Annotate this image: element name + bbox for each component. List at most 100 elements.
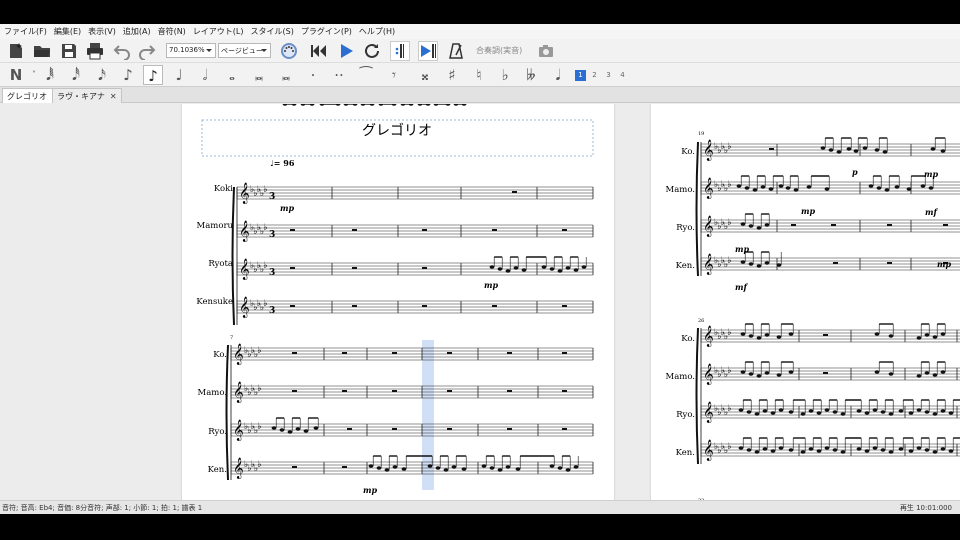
instrument-name-ko[interactable]: Ko. [681,147,695,157]
eighth-note-icon[interactable]: ♪ [118,65,138,85]
menu-plugins[interactable]: プラグイン(P) [301,26,352,37]
quad-whole-note-icon[interactable]: 𝅜 [276,65,296,85]
menu-view[interactable]: 表示(V) [88,26,116,37]
note-head [880,448,886,452]
note-head [461,467,467,471]
menu-help[interactable]: ヘルプ(H) [359,26,395,37]
whole-note-icon[interactable]: 𝅝 [222,65,242,85]
note-head [820,146,826,150]
sharp-icon[interactable]: ♯ [442,65,462,85]
instrument-name-ryo[interactable]: Ryo. [676,410,695,420]
double-flat-icon[interactable]: 𝄫 [521,65,541,85]
menu-notes[interactable]: 音符(N) [158,26,186,37]
rest-icon[interactable]: 𝄾 [384,65,404,85]
new-score-icon[interactable] [6,41,26,61]
note-head [435,466,441,470]
note-head [376,466,382,470]
close-icon[interactable]: ✕ [110,92,117,101]
open-folder-icon[interactable] [32,41,52,61]
note-head [489,265,495,269]
dynamic-mark[interactable]: mf [735,282,748,292]
dynamic-mark[interactable]: mp [484,280,498,290]
instrument-name-ryo[interactable]: Ryo. [676,223,695,233]
menu-style[interactable]: スタイル(S) [251,26,294,37]
save-icon[interactable] [59,41,79,61]
camera-icon[interactable] [536,41,556,61]
note-head [788,370,794,374]
note-head [888,334,894,338]
menu-edit[interactable]: 編集(E) [54,26,81,37]
double-sharp-icon[interactable]: 𝄪 [415,65,435,85]
instrument-name-ryo[interactable]: Ryo. [208,427,227,437]
note-input-mode-icon[interactable]: N [6,65,26,85]
instrument-name-ken[interactable]: Ken. [208,465,227,475]
zoom-select[interactable]: 70.1036% [166,43,216,58]
double-whole-note-icon[interactable]: 𝅜 [249,65,269,85]
score-canvas[interactable]: 𝄞 ♭ ♭ ♭ ♭ ♭ 3 𝄞 ♭ ♭ ♭ ♭ ♭ 3 𝄞 ♭ ♭ ♭ ♭ ♭ 3 𝄞 ♭ ♭ ♭ ♭ ♭ 3 𝄞 ♭ ♭ ♭ ♭ ♭ 𝄞 ♭ ♭ ♭ ♭ ♭… [0,104,960,500]
menu-file[interactable]: ファイル(F) [4,26,47,37]
half-note-icon[interactable]: 𝅗𝅥 [195,65,215,85]
instrument-name-mamo[interactable]: Mamo. [197,388,227,398]
instrument-name-mamo[interactable]: Mamo. [665,185,695,195]
loop-icon[interactable] [362,41,382,61]
flat-icon[interactable]: ♭ [495,65,515,85]
treble-clef-icon: 𝄞 [703,440,714,461]
tie-icon[interactable]: ⁀ [356,65,376,85]
dynamic-mark[interactable]: mp [280,203,294,213]
tempo-marking[interactable]: ♩= 96 [270,158,295,168]
whole-rest [342,390,347,392]
instrument-name-ko[interactable]: Ko. [681,334,695,344]
note-head [940,447,946,451]
concert-pitch-toggle[interactable]: 合奏調(実音) [476,45,522,56]
pan-score-icon[interactable] [418,41,438,61]
quarter-note-icon[interactable]: ♩ [169,65,189,85]
metronome-icon[interactable] [446,41,466,61]
dynamic-mark[interactable]: mf [925,207,938,217]
tab-love-kiana[interactable]: ラヴ・キアナ ✕ [52,88,122,103]
dynamic-mark[interactable]: mp [363,485,377,495]
score-title[interactable]: グレゴリオ [362,122,432,139]
repeat-toggle-icon[interactable] [390,41,410,61]
undo-icon[interactable] [112,41,132,61]
note-head [746,448,752,452]
view-mode-select[interactable]: ページビュー [218,43,271,58]
menu-layout[interactable]: レイアウト(L) [193,26,244,37]
note-head [756,264,762,268]
eighth-note-selected-icon[interactable]: ♪ [143,65,163,85]
score-page-1[interactable]: 𝄞 ♭ ♭ ♭ ♭ ♭ 3 𝄞 ♭ ♭ ♭ ♭ ♭ 3 𝄞 ♭ ♭ ♭ ♭ ♭ 3 𝄞 ♭ ♭ ♭ ♭ ♭ 3 𝄞 ♭ ♭ ♭ ♭ ♭ 𝄞 ♭ ♭ ♭ ♭ ♭… [182,104,614,500]
flip-direction-icon[interactable]: 𝅘𝅥 [548,65,568,85]
instrument-name-ko[interactable]: Ko. [213,350,227,360]
voice-2-button[interactable]: 2 [589,70,600,81]
instrument-name-ryota[interactable]: Ryota [208,259,233,269]
dynamic-mark[interactable]: mp [801,206,815,216]
dot-icon[interactable]: · [303,65,323,85]
instrument-name-mamo[interactable]: Mamo. [665,372,695,382]
redo-icon[interactable] [137,41,157,61]
score-page-2[interactable]: 𝄞 ♭ ♭ ♭ ♭ ♭ 𝄞 ♭ ♭ ♭ ♭ ♭ 𝄞 ♭ ♭ ♭ ♭ ♭ 𝄞 ♭ ♭ ♭ ♭ ♭ 𝄞 ♭ ♭ ♭ ♭ ♭ 𝄞 ♭ ♭ ♭ ♭ ♭ 𝄞 ♭ ♭ ♭… [651,104,960,500]
voice-4-button[interactable]: 4 [617,70,628,81]
dynamic-mark[interactable]: p [852,167,858,177]
natural-icon[interactable]: ♮ [469,65,489,85]
instrument-name-kensuke[interactable]: Kensuke [196,297,233,307]
play-icon[interactable] [336,41,356,61]
64th-note-icon[interactable]: 𝅘𝅥𝅱 [40,65,60,85]
rewind-icon[interactable] [309,41,329,61]
dynamic-mark[interactable]: mp [924,169,938,179]
instrument-name-koki[interactable]: Koki [214,184,233,194]
print-icon[interactable] [85,41,105,61]
instrument-name-ken[interactable]: Ken. [676,448,695,458]
16th-note-icon[interactable]: 𝅘𝅥𝅯 [92,65,112,85]
menu-add[interactable]: 追加(A) [123,26,151,37]
dynamic-mark[interactable]: mp [735,244,749,254]
dynamic-mark[interactable]: mp [937,259,951,269]
voice-3-button[interactable]: 3 [603,70,614,81]
32nd-note-icon[interactable]: 𝅘𝅥𝅰 [66,65,86,85]
note-head [770,449,776,453]
double-dot-icon[interactable]: ·· [329,65,349,85]
instrument-name-mamoru[interactable]: Mamoru [197,221,234,231]
note-head [800,450,806,454]
voice-1-button[interactable]: 1 [575,70,586,81]
instrument-name-ken[interactable]: Ken. [676,261,695,271]
midi-input-icon[interactable] [279,41,299,61]
note-head [778,408,784,412]
